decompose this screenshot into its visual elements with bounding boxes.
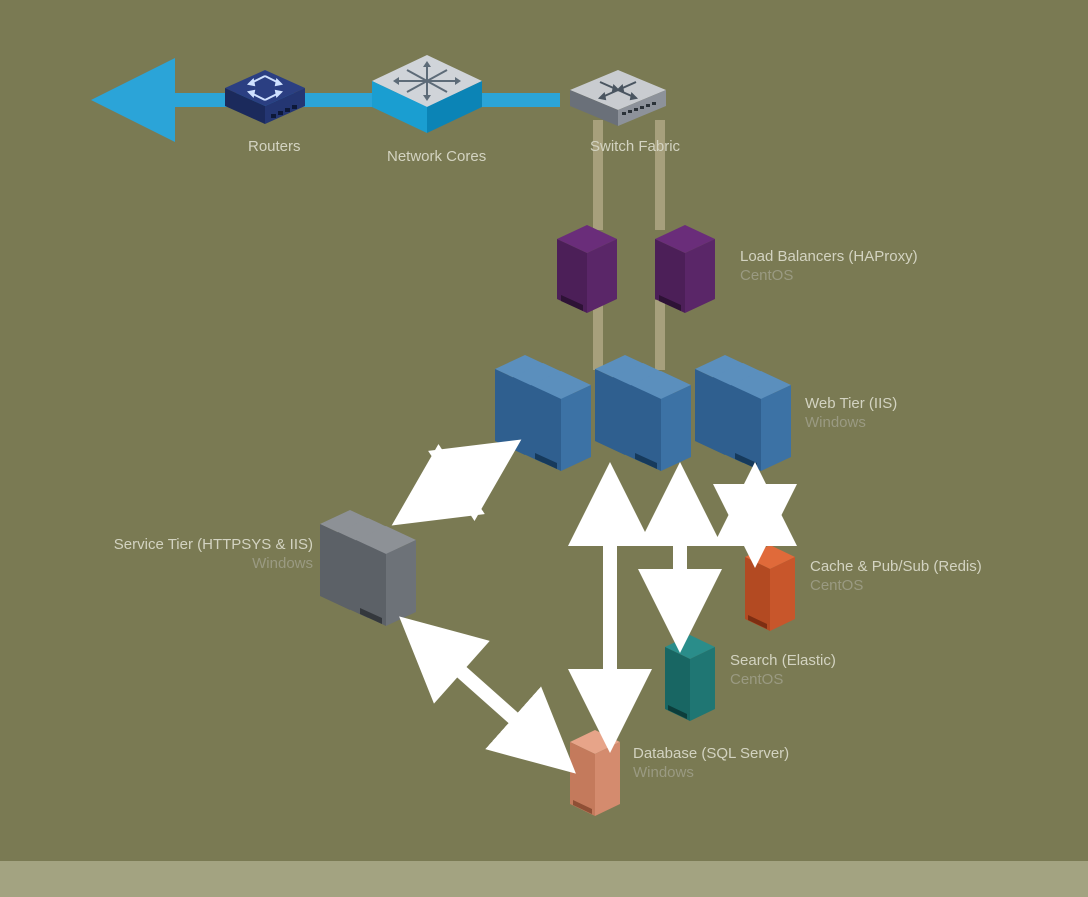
search-server	[665, 635, 715, 721]
label-search: Search (Elastic) CentOS	[730, 652, 836, 688]
label-service-title: Service Tier (HTTPSYS & IIS)	[114, 536, 313, 553]
lb-server-1	[557, 225, 617, 313]
label-service: Service Tier (HTTPSYS & IIS) Windows	[40, 536, 313, 572]
footer-strip	[0, 861, 1088, 897]
arrow-service-db	[420, 635, 555, 755]
label-service-os: Windows	[40, 555, 313, 572]
label-db-os: Windows	[633, 764, 789, 781]
label-db: Database (SQL Server) Windows	[633, 745, 789, 781]
label-cache-os: CentOS	[810, 577, 982, 594]
label-lb-title: Load Balancers (HAProxy)	[740, 248, 918, 265]
router-icon	[225, 70, 305, 124]
label-web: Web Tier (IIS) Windows	[805, 395, 897, 431]
switch-icon	[570, 70, 666, 126]
label-web-os: Windows	[805, 414, 897, 431]
web-cluster-1	[495, 355, 591, 471]
label-search-os: CentOS	[730, 671, 836, 688]
service-cluster	[320, 510, 416, 626]
label-cache: Cache & Pub/Sub (Redis) CentOS	[810, 558, 982, 594]
web-cluster-3	[695, 355, 791, 471]
label-search-title: Search (Elastic)	[730, 652, 836, 669]
web-cluster-2	[595, 355, 691, 471]
label-web-title: Web Tier (IIS)	[805, 395, 897, 412]
label-routers: Routers	[248, 138, 301, 155]
architecture-diagram: { "network": { "routers": "Routers", "co…	[0, 0, 1088, 897]
label-lb-os: CentOS	[740, 267, 918, 284]
label-lb: Load Balancers (HAProxy) CentOS	[740, 248, 918, 284]
label-network-cores: Network Cores	[387, 148, 486, 165]
label-db-title: Database (SQL Server)	[633, 745, 789, 762]
arrow-web-service	[415, 455, 498, 510]
network-core-icon	[372, 55, 482, 133]
db-server	[570, 730, 620, 816]
cache-server	[745, 545, 795, 631]
label-cache-title: Cache & Pub/Sub (Redis)	[810, 558, 982, 575]
label-switch-fabric: Switch Fabric	[590, 138, 680, 155]
diagram-svg	[0, 0, 1088, 897]
lb-server-2	[655, 225, 715, 313]
